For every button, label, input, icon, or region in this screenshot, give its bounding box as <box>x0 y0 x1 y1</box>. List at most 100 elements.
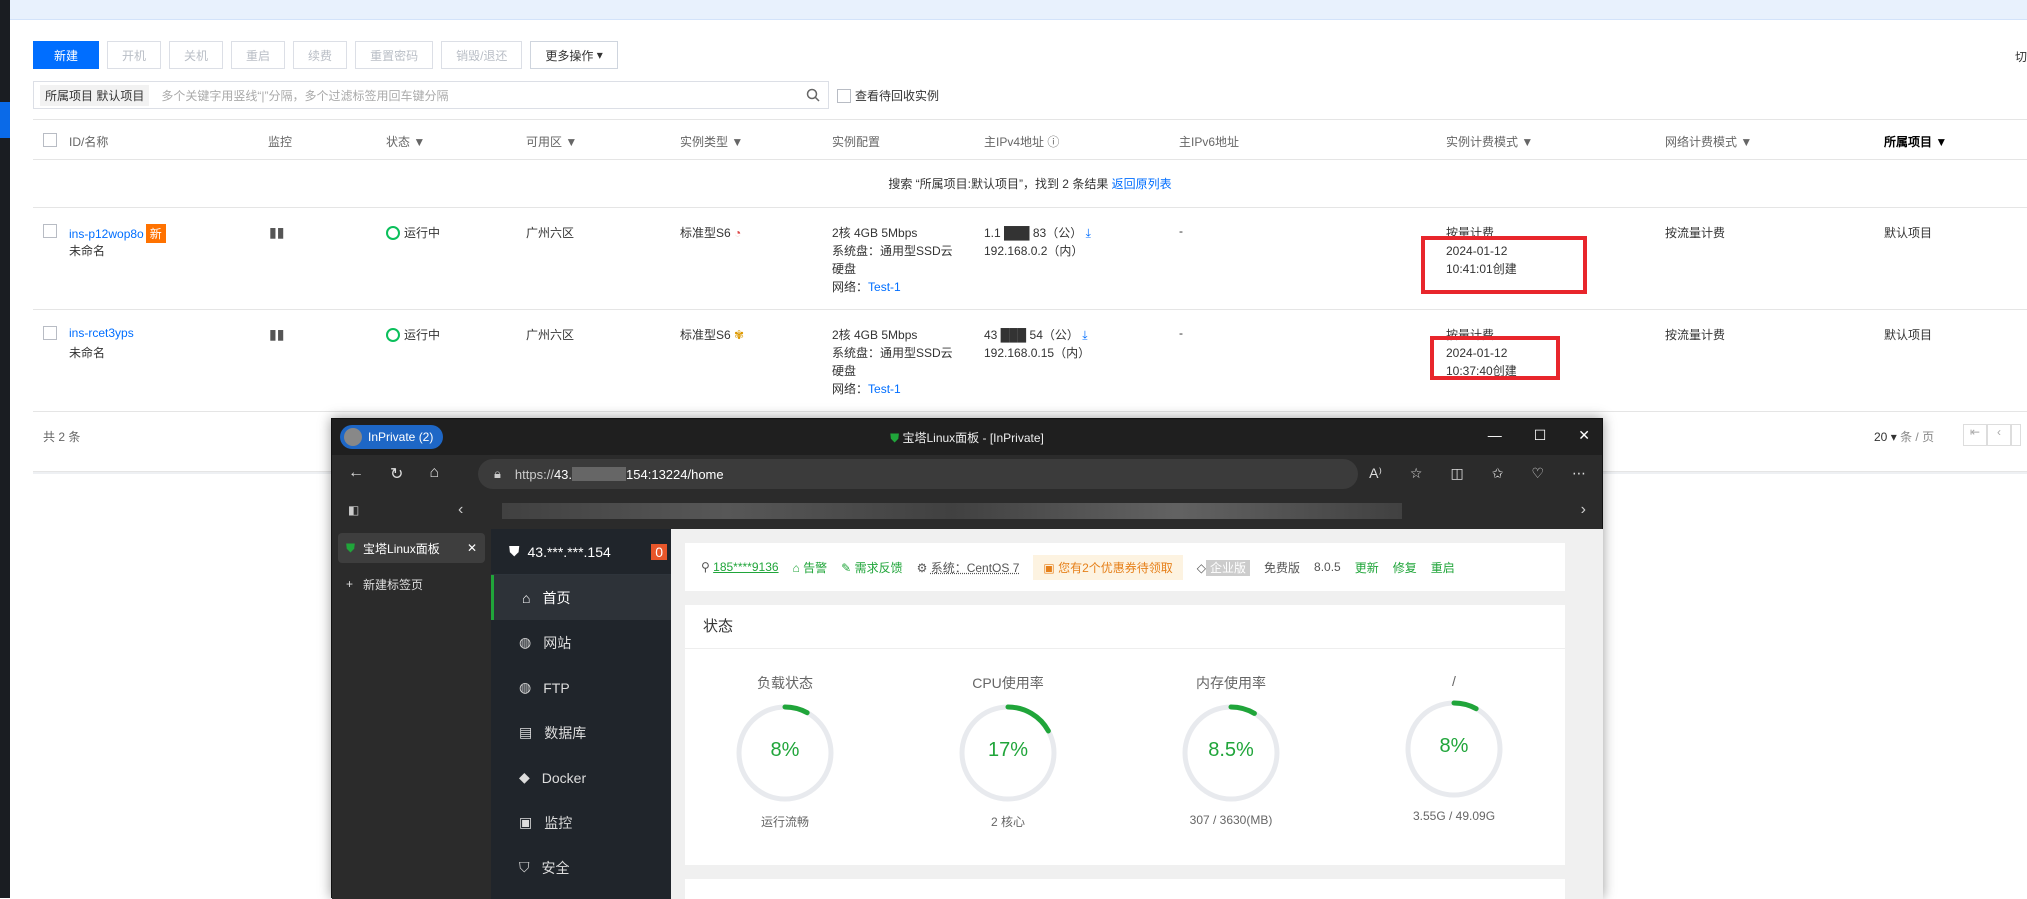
favorites-icon[interactable]: ✩ <box>1492 465 1504 482</box>
alarm-link[interactable]: ⌂ 告警 <box>793 559 828 576</box>
destroy-button[interactable]: 销毁/退还 <box>441 41 523 69</box>
read-aloud-icon[interactable]: A⁾ <box>1369 465 1382 482</box>
browser-window: InPrivate (2) ⛊ 宝塔Linux面板 - [InPrivate] … <box>331 418 1603 899</box>
more-menu-icon[interactable]: ⋯ <box>1572 465 1586 482</box>
filter-icon[interactable]: ▼ <box>1521 135 1533 149</box>
gauge-disk[interactable]: / 8% 3.55G / 49.09G <box>1364 673 1544 823</box>
instance-id-link[interactable]: ins-rcet3yps <box>69 326 134 340</box>
favorite-star-icon[interactable]: ☆ <box>1410 465 1423 482</box>
col-type[interactable]: 实例类型 ▼ <box>680 133 743 150</box>
new-instance-button[interactable]: 新建 <box>33 41 99 69</box>
gauge-load[interactable]: 负载状态 8% 运行流畅 <box>695 673 875 830</box>
recycle-filter[interactable]: 查看待回收实例 <box>837 87 939 104</box>
sidebar-item-database[interactable]: ▤ 数据库 <box>491 710 671 755</box>
network-link[interactable]: Test-1 <box>868 280 901 294</box>
col-zone[interactable]: 可用区 ▼ <box>526 133 577 150</box>
search-input[interactable]: 所属项目 默认项目 多个关键字用竖线“|”分隔，多个过滤标签用回车键分隔 <box>33 81 829 109</box>
minimize-icon[interactable]: — <box>1488 427 1502 444</box>
switch-link[interactable]: 切 <box>2015 48 2027 65</box>
sidebar-item-docker[interactable]: ◆ Docker <box>491 755 671 800</box>
more-actions-dropdown[interactable]: 更多操作 ▾ <box>530 41 618 69</box>
browser-essentials-icon[interactable]: ♡ <box>1531 465 1544 482</box>
info-icon[interactable]: ⓘ <box>1047 135 1059 149</box>
gauge-cpu[interactable]: CPU使用率 17% 2 核心 <box>918 673 1098 830</box>
sidebar-item-website[interactable]: ◍ 网站 <box>491 620 671 665</box>
gauge-title: CPU使用率 <box>972 675 1044 691</box>
prev-page-icon[interactable]: ‹ <box>1987 424 2011 446</box>
update-link[interactable]: 更新 <box>1355 559 1379 576</box>
feedback-link[interactable]: ✎ 需求反馈 <box>841 559 902 576</box>
coupon-notice[interactable]: ▣ 您有2个优惠券待领取 <box>1033 554 1183 580</box>
collapse-tabs-icon[interactable]: ‹ <box>458 501 463 519</box>
table-row[interactable]: ins-rcet3yps 未命名 ▮▮ 运行中 广州六区 标准型S6 ✾ 2核 … <box>33 310 2027 412</box>
gauge-memory[interactable]: 内存使用率 8.5% 307 / 3630(MB) <box>1141 673 1321 827</box>
row-checkbox[interactable] <box>43 326 57 340</box>
reboot-link[interactable]: 重启 <box>1431 559 1455 576</box>
enterprise-badge[interactable]: 企业版 <box>1206 559 1251 576</box>
lock-icon[interactable]: 🔒︎ <box>494 466 501 482</box>
free-edition: 免费版 <box>1264 560 1301 575</box>
col-project[interactable]: 所属项目 ▼ <box>1884 133 1947 150</box>
sidebar-item-monitor[interactable]: ▣ 监控 <box>491 800 671 845</box>
user-info[interactable]: ⚲ 185****9136 <box>701 560 779 574</box>
bind-eip-icon[interactable]: ⤓ <box>1082 328 1087 342</box>
row-checkbox[interactable] <box>43 224 57 238</box>
monitor-chart-icon[interactable]: ▮▮ <box>269 326 284 343</box>
col-billing[interactable]: 实例计费模式 ▼ <box>1446 133 1533 150</box>
back-to-list-link[interactable]: 返回原列表 <box>1112 177 1172 191</box>
split-screen-icon[interactable]: ◫ <box>1450 465 1463 482</box>
renew-button[interactable]: 续费 <box>293 41 348 69</box>
close-icon[interactable]: ✕ <box>1578 427 1590 444</box>
system-label: 系统：CentOS 7 <box>930 560 1020 575</box>
select-all-checkbox[interactable] <box>43 133 57 147</box>
notification-badge[interactable]: 0 <box>651 543 667 560</box>
start-button[interactable]: 开机 <box>107 41 162 69</box>
restart-button[interactable]: 重启 <box>231 41 286 69</box>
col-net-billing[interactable]: 网络计费模式 ▼ <box>1665 133 1752 150</box>
table-row[interactable]: ins-p12wop8o 新 未命名 ▮▮ 运行中 广州六区 标准型S6 ◔ 2核… <box>33 208 2027 310</box>
filter-icon[interactable]: ▼ <box>565 135 577 149</box>
first-page-icon[interactable]: ⇤ <box>1963 424 1987 446</box>
close-icon[interactable]: ✕ <box>467 541 477 555</box>
user-phone: 185****9136 <box>713 560 779 574</box>
back-icon[interactable]: ← <box>348 464 364 484</box>
page-size-select[interactable]: 20 ▾ 条 / 页 <box>1874 428 1934 445</box>
col-status[interactable]: 状态 ▼ <box>386 133 425 150</box>
edition-info: ◇ 企业版 <box>1197 559 1251 576</box>
instance-name: 未命名 <box>69 244 106 258</box>
new-tab-button[interactable]: + 新建标签页 <box>338 569 485 599</box>
filter-icon[interactable]: ▼ <box>413 135 425 149</box>
home-icon[interactable]: ⌂ <box>429 464 439 484</box>
sidebar-item-ftp[interactable]: ◍ FTP <box>491 665 671 710</box>
bind-eip-icon[interactable]: ⤓ <box>1086 226 1091 240</box>
tab-bt-panel[interactable]: ⛊ 宝塔Linux面板 ✕ <box>338 533 485 563</box>
page-unit: 条 / 页 <box>1900 430 1935 444</box>
url-field[interactable]: 🔒︎ https://43. 154:13224/home <box>478 459 1358 489</box>
gauge-sub: 运行流畅 <box>760 815 809 829</box>
gauge-value: 8.5% <box>1208 739 1254 761</box>
recycle-checkbox[interactable] <box>837 88 851 103</box>
instance-id-link[interactable]: ins-p12wop8o <box>69 227 144 241</box>
sidebar-item-home[interactable]: ⌂ 首页 <box>491 575 671 620</box>
repair-link[interactable]: 修复 <box>1393 559 1417 576</box>
filter-icon[interactable]: ▼ <box>1740 135 1752 149</box>
search-icon[interactable] <box>806 88 820 102</box>
tab-actions-icon[interactable]: ◧ <box>348 503 359 517</box>
filter-tag[interactable]: 所属项目 默认项目 <box>40 84 150 106</box>
maximize-icon[interactable]: ☐ <box>1534 427 1547 444</box>
col-ipv4-label: 主IPv4地址 <box>984 135 1045 149</box>
plus-icon: + <box>346 577 354 591</box>
network-link[interactable]: Test-1 <box>868 382 901 396</box>
config-spec: 2核 4GB 5Mbps <box>832 328 918 342</box>
sidebar-item-security[interactable]: ⛉ 安全 <box>491 845 671 890</box>
filter-icon[interactable]: ▼ <box>1935 135 1947 149</box>
new-tab-label: 新建标签页 <box>363 577 424 592</box>
reset-password-button[interactable]: 重置密码 <box>355 41 434 69</box>
filter-icon[interactable]: ▼ <box>731 135 743 149</box>
chevron-right-icon[interactable]: › <box>1581 501 1586 519</box>
next-page-icon[interactable] <box>2011 424 2021 446</box>
stop-button[interactable]: 关机 <box>169 41 224 69</box>
monitor-chart-icon[interactable]: ▮▮ <box>269 224 284 241</box>
vertical-tabs: ⛊ 宝塔Linux面板 ✕ + 新建标签页 <box>332 529 491 899</box>
refresh-icon[interactable]: ↻ <box>390 464 403 484</box>
